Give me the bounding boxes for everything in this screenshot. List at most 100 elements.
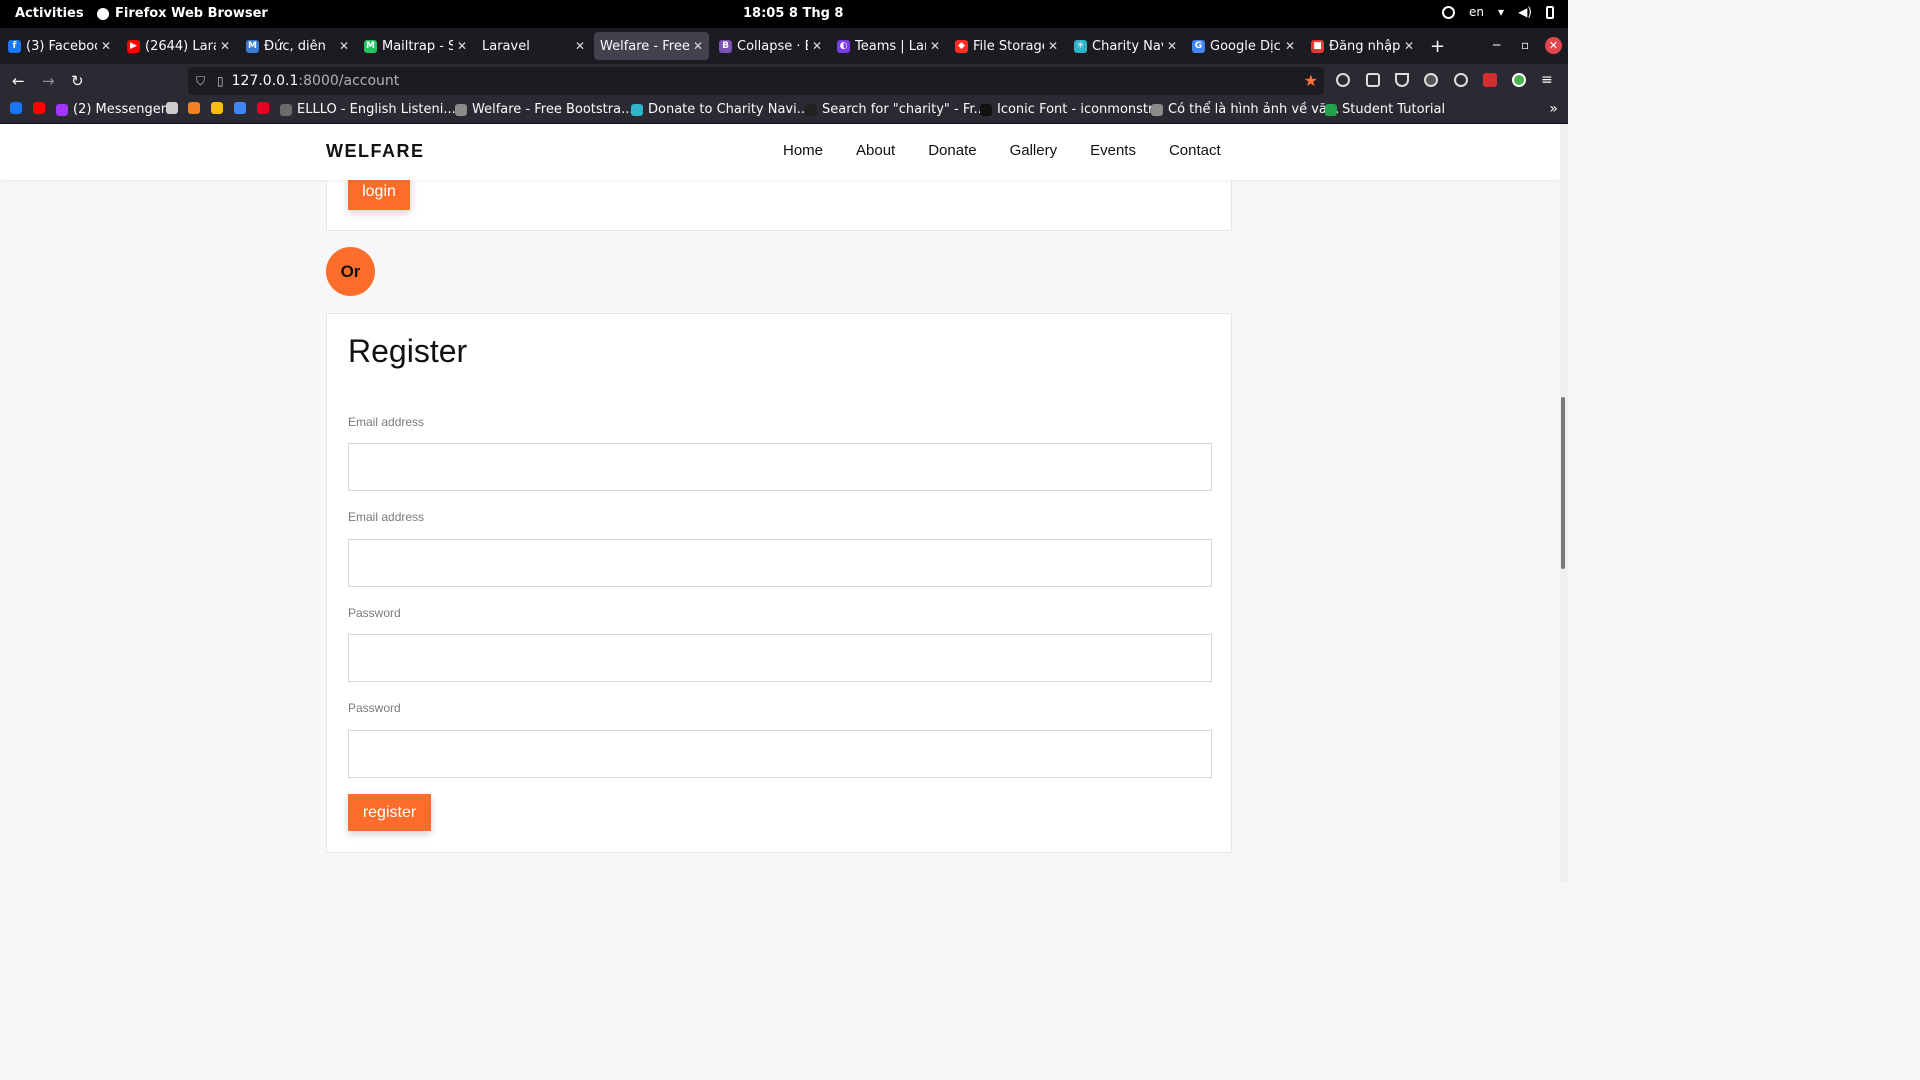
tab-favicon-icon: B <box>719 39 732 53</box>
bookmark-item[interactable] <box>188 102 205 114</box>
bookmark-item[interactable]: Welfare - Free Bootstra... <box>455 102 633 117</box>
tab-close-icon[interactable]: ✕ <box>812 39 822 53</box>
app-menu[interactable]: Firefox Web Browser <box>97 6 268 21</box>
email-field[interactable] <box>348 443 1212 491</box>
private-mask-icon[interactable] <box>1336 73 1350 87</box>
new-tab-button[interactable]: + <box>1430 36 1445 57</box>
url-bar[interactable]: ⛉ ▯ 127.0.0.1:8000/account ★ <box>188 67 1324 95</box>
bookmark-favicon-icon <box>455 103 467 116</box>
shield-icon[interactable]: ⛉ <box>196 74 205 89</box>
clock[interactable]: 18:05 8 Thg 8 <box>743 6 843 21</box>
tab-close-icon[interactable]: ✕ <box>457 39 467 53</box>
browser-tab[interactable]: M Đức, diễn ✕ <box>240 32 355 60</box>
nav-gallery[interactable]: Gallery <box>1010 142 1058 159</box>
close-window-icon[interactable]: ✕ <box>1545 37 1562 54</box>
bookmark-favicon-icon <box>33 102 45 114</box>
bookmark-item[interactable]: Student Tutorial <box>1325 102 1445 117</box>
scrollbar-thumb[interactable] <box>1561 397 1565 569</box>
bookmark-favicon-icon <box>234 102 246 114</box>
bookmark-item[interactable] <box>166 102 183 114</box>
bookmark-item[interactable]: ELLLO - English Listeni... <box>280 102 456 117</box>
tab-close-icon[interactable]: ✕ <box>693 39 703 53</box>
tab-favicon-icon: ■ <box>1311 39 1324 53</box>
password-field[interactable] <box>348 634 1212 682</box>
pocket-icon[interactable] <box>1395 73 1409 87</box>
site-nav: Home About Donate Gallery Events Contact <box>783 142 1221 159</box>
tab-close-icon[interactable]: ✕ <box>101 39 111 53</box>
browser-tab[interactable]: B Collapse · B ✕ <box>713 32 828 60</box>
battery-icon <box>1546 5 1554 19</box>
register-title: Register <box>348 333 468 369</box>
bookmark-item[interactable]: Donate to Charity Navi... <box>631 102 809 117</box>
register-button[interactable]: register <box>348 794 431 831</box>
reload-icon[interactable]: ↻ <box>71 72 84 90</box>
system-tray[interactable]: en ▾ ◀) <box>1442 5 1554 19</box>
browser-tab[interactable]: ▶ (2644) Laravel ✕ <box>121 32 236 60</box>
email-confirm-field[interactable] <box>348 539 1212 587</box>
browser-tab[interactable]: ✳ Charity Navi ✕ <box>1068 32 1183 60</box>
bookmark-item[interactable] <box>257 102 274 114</box>
site-logo[interactable]: WELFARE <box>326 141 425 162</box>
bookmark-star-icon[interactable]: ★ <box>1304 71 1318 90</box>
hamburger-menu-icon[interactable]: ≡ <box>1541 72 1553 88</box>
browser-tab[interactable]: f (3) Facebook ✕ <box>2 32 117 60</box>
browser-tab[interactable]: ◐ Teams | Lar ✕ <box>831 32 946 60</box>
bookmark-favicon-icon <box>280 103 292 116</box>
browser-tab[interactable]: Welfare - Free ✕ <box>594 32 709 60</box>
tab-title: Charity Navi <box>1092 38 1163 54</box>
extension-color-icon[interactable] <box>1512 73 1526 87</box>
tab-close-icon[interactable]: ✕ <box>575 39 585 53</box>
tab-close-icon[interactable]: ✕ <box>930 39 940 53</box>
browser-tab[interactable]: ■ Đăng nhập ✕ <box>1305 32 1420 60</box>
maximize-icon[interactable]: ▫ <box>1521 38 1529 52</box>
field-label-password: Password <box>348 606 401 620</box>
nav-contact[interactable]: Contact <box>1169 142 1221 159</box>
tab-close-icon[interactable]: ✕ <box>339 39 349 53</box>
browser-tab[interactable]: ◆ File Storage ✕ <box>949 32 1064 60</box>
app-name-label: Firefox Web Browser <box>115 6 268 21</box>
tab-title: Mailtrap - S <box>382 38 453 54</box>
tab-close-icon[interactable]: ✕ <box>1167 39 1177 53</box>
back-icon[interactable]: ← <box>12 72 25 90</box>
browser-tab[interactable]: Laravel ✕ <box>476 32 591 60</box>
nav-donate[interactable]: Donate <box>928 142 976 159</box>
bookmark-favicon-icon <box>1325 103 1337 116</box>
bookmark-item[interactable] <box>211 102 228 114</box>
page-info-icon[interactable]: ▯ <box>217 74 224 88</box>
accessibility-icon[interactable] <box>1442 5 1456 19</box>
bookmark-item[interactable] <box>33 102 50 114</box>
nav-home[interactable]: Home <box>783 142 823 159</box>
nav-events[interactable]: Events <box>1090 142 1136 159</box>
tab-favicon-icon: ◆ <box>955 39 968 53</box>
bookmarks-overflow-icon[interactable]: » <box>1549 101 1558 117</box>
language-indicator[interactable]: en <box>1469 5 1484 19</box>
tab-close-icon[interactable]: ✕ <box>220 39 230 53</box>
navigation-toolbar: ← → ↻ ⛉ ▯ 127.0.0.1:8000/account ★ ≡ <box>0 64 1568 98</box>
bookmark-item[interactable]: Search for "charity" - Fr... <box>805 102 986 117</box>
extension-avatar-icon[interactable] <box>1424 73 1438 87</box>
minimize-icon[interactable]: ─ <box>1493 38 1500 52</box>
tab-close-icon[interactable]: ✕ <box>1048 39 1058 53</box>
extension-red-icon[interactable] <box>1483 73 1497 87</box>
password-confirm-field[interactable] <box>348 730 1212 778</box>
bookmark-favicon-icon <box>1151 103 1163 116</box>
browser-tab[interactable]: G Google Dịch ✕ <box>1186 32 1301 60</box>
tab-close-icon[interactable]: ✕ <box>1285 39 1295 53</box>
bookmark-item[interactable] <box>10 102 27 114</box>
tab-title: Teams | Lar <box>855 38 926 54</box>
extensions-icon[interactable] <box>1366 73 1380 87</box>
bookmark-item[interactable]: (2) Messenger <box>56 102 166 117</box>
bookmark-item[interactable] <box>234 102 251 114</box>
forward-icon[interactable]: → <box>42 72 55 90</box>
activities-button[interactable]: Activities <box>15 6 84 21</box>
bookmark-item[interactable]: Iconic Font - iconmonstr <box>980 102 1153 117</box>
bookmark-favicon-icon <box>805 103 817 116</box>
browser-tab[interactable]: M Mailtrap - S ✕ <box>358 32 473 60</box>
react-devtools-icon[interactable] <box>1454 73 1468 87</box>
bookmark-favicon-icon <box>980 103 992 116</box>
nav-about[interactable]: About <box>856 142 895 159</box>
bookmark-favicon-icon <box>166 102 178 114</box>
bookmark-item[interactable]: Có thể là hình ảnh về vă... <box>1151 102 1339 117</box>
tab-close-icon[interactable]: ✕ <box>1404 39 1414 53</box>
bookmark-label: Welfare - Free Bootstra... <box>472 102 634 117</box>
